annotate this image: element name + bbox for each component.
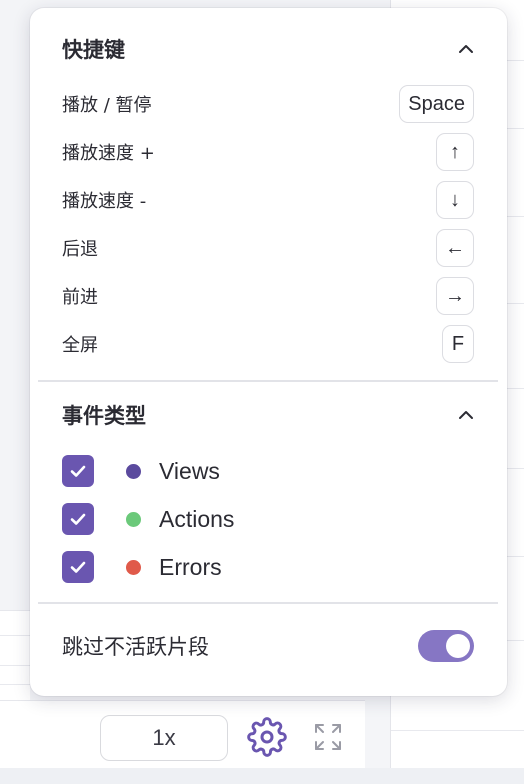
event-type-label: Errors [159,553,222,580]
errors-checkbox[interactable] [62,551,94,583]
key-arrow-right: → [436,277,474,315]
checkmark-icon [70,513,86,525]
background-line [0,684,30,685]
player-settings-popover: 快捷键 播放 / 暂停 Space 播放速度 + ↑ 播放速度 - ↓ 后退 ←… [30,8,507,696]
views-checkbox[interactable] [62,455,94,487]
shortcut-label: 全屏 [62,335,98,356]
chevron-up-icon [459,411,473,419]
actions-checkbox[interactable] [62,503,94,535]
shortcuts-title: 快捷键 [62,38,125,62]
key-space: Space [399,85,474,123]
event-type-views[interactable]: Views [62,454,220,488]
shortcut-row-speed-down: 播放速度 - ↓ [62,180,474,220]
background-line [0,665,30,666]
settings-button[interactable] [246,717,288,761]
event-type-label: Actions [159,505,235,532]
errors-color-dot [126,559,141,575]
background-line [391,730,524,731]
shortcut-label: 播放速度 - [62,191,147,212]
expand-icon [312,721,344,757]
shortcut-label: 前进 [62,287,98,308]
event-types-title: 事件类型 [62,404,146,428]
skip-inactive-toggle[interactable] [418,630,474,662]
shortcut-label: 播放 / 暂停 [62,95,152,116]
fullscreen-button[interactable] [310,721,346,757]
event-type-actions[interactable]: Actions [62,502,234,536]
shortcut-row-fullscreen: 全屏 F [62,324,474,364]
shortcut-label: 播放速度 + [62,143,155,164]
section-divider [38,380,498,382]
event-type-label: Views [159,457,220,484]
playback-speed-button[interactable]: 1x [100,715,228,761]
checkmark-icon [70,561,86,573]
key-f: F [442,325,474,363]
background-line [0,635,30,636]
views-color-dot [126,463,141,479]
key-arrow-down: ↓ [436,181,474,219]
shortcut-row-speed-up: 播放速度 + ↑ [62,132,474,172]
toggle-knob [446,634,470,658]
skip-inactive-row: 跳过不活跃片段 [62,628,474,664]
player-control-bar: 1x [0,700,365,768]
event-type-errors[interactable]: Errors [62,550,222,584]
background-left-block [0,610,30,700]
shortcuts-header[interactable]: 快捷键 [62,34,479,64]
key-arrow-up: ↑ [436,133,474,171]
shortcut-label: 后退 [62,239,98,260]
shortcut-row-forward: 前进 → [62,276,474,316]
actions-color-dot [126,511,141,527]
background-bottom-strip [0,768,524,784]
shortcut-row-rewind: 后退 ← [62,228,474,268]
shortcuts-collapse-button[interactable] [453,36,479,62]
gear-icon [247,717,287,761]
checkmark-icon [70,465,86,477]
chevron-up-icon [459,45,473,53]
section-divider [38,602,498,604]
key-arrow-left: ← [436,229,474,267]
event-types-collapse-button[interactable] [453,402,479,428]
event-types-header[interactable]: 事件类型 [62,400,479,430]
skip-inactive-label: 跳过不活跃片段 [62,635,209,659]
shortcut-row-play-pause: 播放 / 暂停 Space [62,84,474,124]
